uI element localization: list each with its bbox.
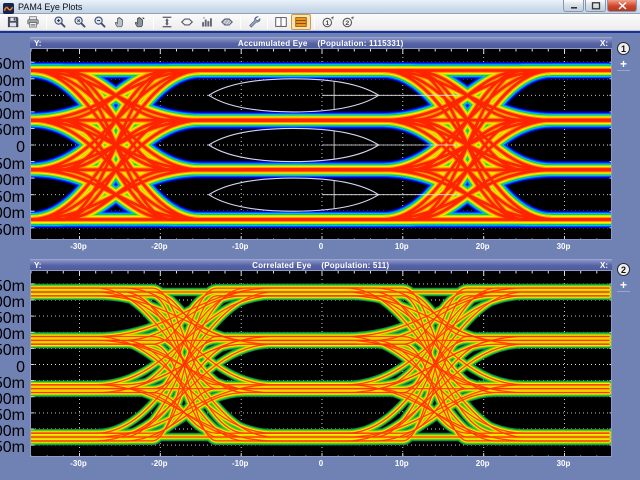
svg-text:2: 2: [345, 20, 349, 27]
x-tick-label: 20p: [468, 459, 498, 468]
y-tick-label: 50m: [0, 122, 25, 140]
accumulated-eye-plot[interactable]: [30, 48, 612, 240]
print-icon: [26, 15, 40, 29]
plot2-title: Correlated Eye(Population: 511): [252, 260, 389, 270]
close-button[interactable]: [607, 0, 637, 12]
x-tick-label: -20p: [144, 459, 174, 468]
layout-rows-icon: [294, 15, 308, 29]
window-title: PAM4 Eye Plots: [18, 0, 82, 14]
x-tick-label: 0: [306, 459, 336, 468]
eye-mask-icon: [180, 15, 194, 29]
scale-y-icon: [160, 15, 174, 29]
plot1-y-tick-labels: 250m200m150m100m50m0-50m-100m-150m-200m-…: [0, 48, 27, 240]
x-tick-label: -20p: [144, 242, 174, 251]
minimize-button[interactable]: [563, 0, 584, 12]
plot1-x-tick-labels: -30p -20p -10p 0 10p 20p 30p: [30, 242, 612, 252]
y-tick-label: 250m: [0, 56, 25, 74]
y-tick-label: -250m: [0, 439, 25, 457]
toolbar: 12: [0, 14, 640, 31]
x-tick-label: -30p: [64, 242, 94, 251]
layout-columns-button[interactable]: [271, 14, 291, 30]
svg-text:1: 1: [325, 20, 329, 27]
mask-fill-button[interactable]: [217, 14, 237, 30]
x-tick-label: -10p: [225, 459, 255, 468]
minimize-icon: [569, 2, 579, 10]
data-cursor-icon: [133, 15, 147, 29]
x-tick-label: 20p: [468, 242, 498, 251]
x-tick-label: 30p: [549, 459, 579, 468]
plot1-header: Y: Accumulated Eye(Population: 1115331) …: [30, 37, 612, 48]
maximize-icon: [591, 2, 601, 10]
plot1-title: Accumulated Eye(Population: 1115331): [238, 38, 404, 48]
x-tick-label: -30p: [64, 459, 94, 468]
plot1-badge[interactable]: 1: [617, 42, 630, 55]
eye-2-icon: 2: [341, 15, 355, 29]
plot2-header: Y: Correlated Eye(Population: 511) X:: [30, 259, 612, 270]
y-tick-label: -200m: [0, 205, 25, 223]
toolbar-separator: [153, 16, 154, 29]
eye-2-button[interactable]: 2: [338, 14, 358, 30]
save-button[interactable]: [3, 14, 23, 30]
eye-1-icon: 1: [321, 15, 335, 29]
x-tick-label: 0: [306, 242, 336, 251]
pan-button[interactable]: [110, 14, 130, 30]
plot2-y-axis-label: Y:: [34, 260, 41, 270]
settings-button[interactable]: [244, 14, 264, 30]
plot1-x-axis-label: X:: [600, 38, 608, 48]
y-tick-label: 0: [16, 139, 25, 157]
y-tick-label: -150m: [0, 189, 25, 207]
zoom-x-icon: [73, 15, 87, 29]
plot2-x-tick-labels: -30p -20p -10p 0 10p 20p 30p: [30, 459, 612, 469]
layout-rows-button[interactable]: [291, 14, 311, 30]
y-tick-label: 200m: [0, 73, 25, 91]
plot1-y-axis-label: Y:: [34, 38, 41, 48]
titlebar: PAM4 Eye Plots: [0, 0, 640, 14]
plot2-y-tick-labels: 250m200m150m100m50m0-50m-100m-150m-200m-…: [0, 270, 27, 457]
x-tick-label: 10p: [387, 459, 417, 468]
y-tick-label: 150m: [0, 89, 25, 107]
data-cursor-button[interactable]: [130, 14, 150, 30]
print-button[interactable]: [23, 14, 43, 30]
app-icon: [3, 1, 14, 12]
correlated-eye-plot[interactable]: [30, 270, 612, 457]
x-tick-label: 10p: [387, 242, 417, 251]
save-icon: [6, 15, 20, 29]
autoscale-y-button[interactable]: [157, 14, 177, 30]
zoom-in-button[interactable]: [50, 14, 70, 30]
histogram-button[interactable]: [197, 14, 217, 30]
plot1-add-button[interactable]: +: [617, 59, 630, 71]
x-tick-label: 30p: [549, 242, 579, 251]
zoom-x-button[interactable]: [70, 14, 90, 30]
eye-1-button[interactable]: 1: [318, 14, 338, 30]
plot2-x-axis-label: X:: [600, 260, 608, 270]
y-tick-label: 100m: [0, 106, 25, 124]
zoom-in-icon: [53, 15, 67, 29]
maximize-button[interactable]: [585, 0, 606, 12]
histogram-icon: [200, 15, 214, 29]
wrench-icon: [247, 15, 261, 29]
plot2-badge[interactable]: 2: [617, 263, 630, 276]
y-tick-label: -250m: [0, 222, 25, 240]
toolbar-separator: [240, 16, 241, 29]
layout-columns-icon: [274, 15, 288, 29]
y-tick-label: -50m: [0, 156, 25, 174]
pam4-eye-plots-window: PAM4 Eye Plots 12 Y: Accumulated Eye(Pop…: [0, 0, 640, 480]
mask-fill-icon: [220, 15, 234, 29]
zoom-out-icon: [93, 15, 107, 29]
pan-icon: [113, 15, 127, 29]
close-icon: [618, 2, 627, 10]
toolbar-separator: [314, 16, 315, 29]
toolbar-separator: [267, 16, 268, 29]
plot2-add-button[interactable]: +: [617, 280, 630, 292]
toolbar-separator: [46, 16, 47, 29]
eye-mask-button[interactable]: [177, 14, 197, 30]
window-frame-line: [0, 31, 640, 33]
y-tick-label: -100m: [0, 172, 25, 190]
zoom-out-button[interactable]: [90, 14, 110, 30]
x-tick-label: -10p: [225, 242, 255, 251]
